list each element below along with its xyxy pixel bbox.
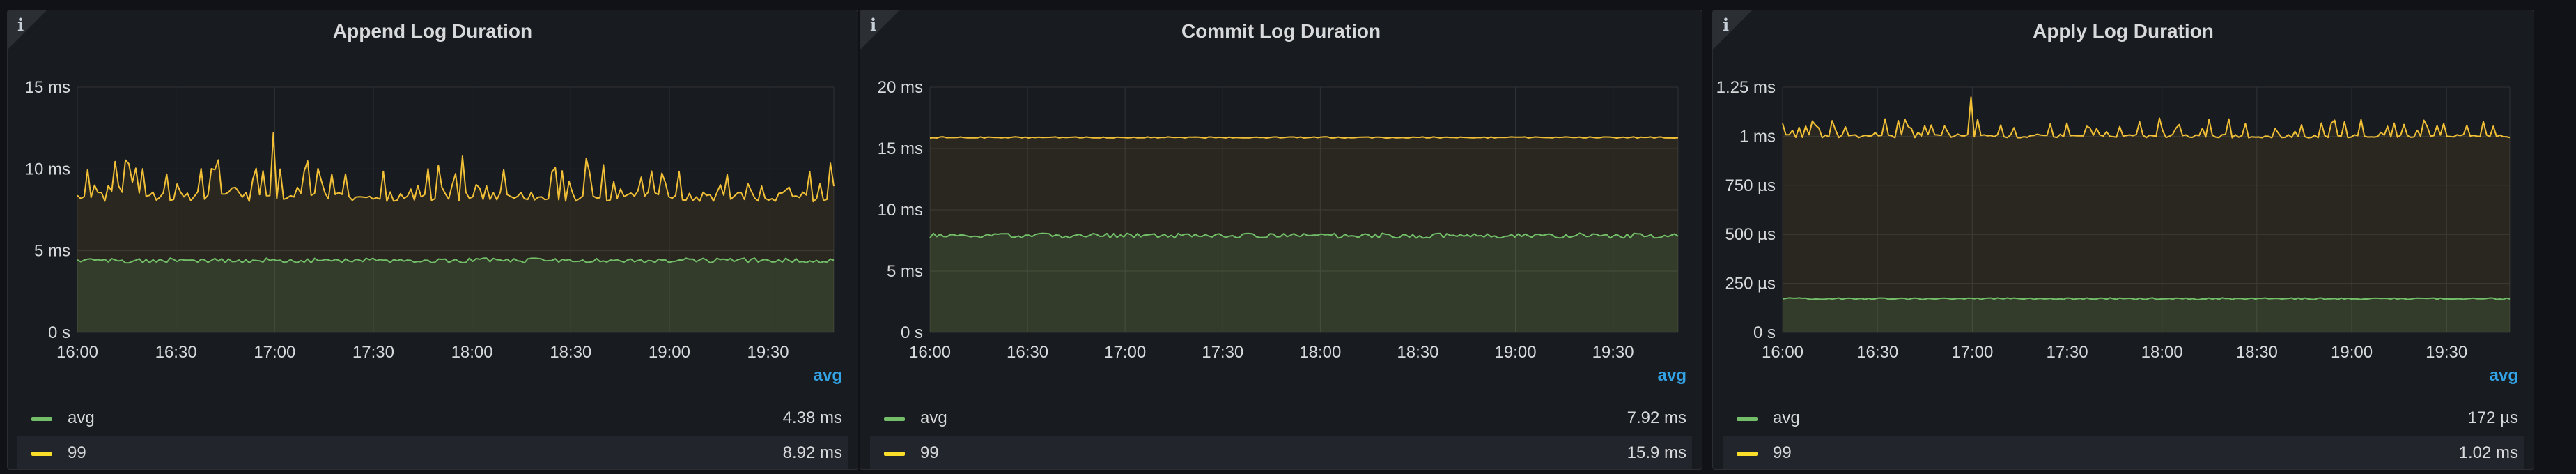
- x-tick-label: 19:00: [2331, 343, 2373, 362]
- legend-series-value: 15.9 ms: [1627, 443, 1686, 462]
- series-color-99: [31, 452, 52, 456]
- y-tick-label: 0 s: [48, 323, 70, 342]
- series-area-avg: [1783, 298, 2510, 332]
- dashboard: i Append Log Duration 0 s5 ms 10 ms 15 ms 1…: [0, 0, 2576, 474]
- x-tick-label: 17:00: [1951, 343, 1993, 362]
- panel-title[interactable]: Apply Log Duration: [1713, 20, 2534, 43]
- panel-title[interactable]: Append Log Duration: [8, 20, 858, 43]
- x-tick-label: 19:00: [649, 343, 690, 362]
- x-tick-label: 19:00: [1494, 343, 1536, 362]
- legend-header-avg[interactable]: avg: [814, 366, 842, 385]
- legend-header-avg[interactable]: avg: [1658, 366, 1686, 385]
- x-tick-label: 16:00: [909, 343, 951, 362]
- x-tick-label: 18:30: [1397, 343, 1438, 362]
- series-area-avg: [930, 233, 1678, 332]
- panel-commit-log-duration[interactable]: i Commit Log Duration 0 s5 ms 10 ms 15 ms 2…: [860, 10, 1702, 470]
- x-tick-label: 19:30: [1592, 343, 1634, 362]
- legend-row-99[interactable]: 99 1.02 ms: [1723, 436, 2524, 469]
- panel-append-log-duration[interactable]: i Append Log Duration 0 s5 ms 10 ms 15 ms 1…: [7, 10, 858, 470]
- panel-apply-log-duration[interactable]: i Apply Log Duration 0 s 250 µs 500 µs 750 …: [1712, 10, 2534, 470]
- legend-series-value: 8.92 ms: [782, 443, 842, 462]
- y-tick-label: 15 ms: [878, 139, 923, 158]
- legend-series-name[interactable]: 99: [920, 436, 939, 469]
- legend-row-99[interactable]: 99 15.9 ms: [870, 436, 1692, 469]
- x-tick-label: 16:00: [1762, 343, 1803, 362]
- legend-row-avg[interactable]: avg 172 µs: [1723, 401, 2524, 436]
- legend-series-name[interactable]: 99: [1773, 436, 1792, 469]
- series-color-avg: [1737, 417, 1758, 421]
- y-tick-label: 10 ms: [25, 160, 70, 178]
- y-tick-label: 10 ms: [878, 201, 923, 220]
- y-tick-label: 750 µs: [1725, 176, 1776, 195]
- x-tick-label: 17:30: [1202, 343, 1243, 362]
- y-tick-label: 0 s: [901, 323, 923, 342]
- x-tick-label: 19:30: [747, 343, 789, 362]
- y-tick-label: 0 s: [1753, 323, 1776, 342]
- legend-row-99[interactable]: 99 8.92 ms: [17, 436, 848, 469]
- y-tick-label: 20 ms: [878, 78, 923, 97]
- legend-series-value: 4.38 ms: [782, 408, 842, 427]
- x-tick-label: 19:30: [2426, 343, 2467, 362]
- y-tick-label: 1.25 ms: [1716, 78, 1776, 97]
- legend-series-name[interactable]: avg: [68, 401, 95, 436]
- line-chart[interactable]: 0 s 5 ms 10 ms 15 ms 16:00 16:30 17:00 17:30 18:…: [8, 59, 858, 366]
- legend-series-value: 7.92 ms: [1627, 408, 1686, 427]
- series-line-99: [1782, 96, 2511, 139]
- legend-series-value: 1.02 ms: [2458, 443, 2518, 462]
- legend-header-avg[interactable]: avg: [2490, 366, 2518, 385]
- legend-row-avg[interactable]: avg 7.92 ms: [870, 401, 1692, 436]
- x-tick-label: 16:30: [155, 343, 197, 362]
- y-tick-label: 250 µs: [1725, 275, 1776, 293]
- y-tick-label: 500 µs: [1725, 225, 1776, 244]
- y-tick-label: 1 ms: [1739, 127, 1776, 146]
- series-color-avg: [31, 417, 52, 421]
- x-tick-label: 18:00: [1299, 343, 1341, 362]
- x-tick-label: 18:00: [2141, 343, 2183, 362]
- line-chart[interactable]: 0 s 5 ms 10 ms 15 ms 20 ms 16:00 16:30 17:00 17:…: [860, 59, 1702, 366]
- x-tick-label: 16:30: [1007, 343, 1048, 362]
- legend-series-name[interactable]: avg: [920, 401, 947, 436]
- y-tick-label: 5 ms: [887, 262, 923, 281]
- series-color-avg: [884, 417, 905, 421]
- legend-series-value: 172 µs: [2467, 408, 2518, 427]
- series-color-99: [1737, 452, 1758, 456]
- x-tick-label: 17:00: [254, 343, 295, 362]
- line-chart[interactable]: 0 s 250 µs 500 µs 750 µs 1 ms 1.25 ms 16:00 16:…: [1713, 59, 2534, 366]
- series-color-99: [884, 452, 905, 456]
- series-area-avg: [77, 258, 834, 332]
- x-tick-label: 18:00: [451, 343, 493, 362]
- legend-row-avg[interactable]: avg 4.38 ms: [17, 401, 848, 436]
- legend-series-name[interactable]: avg: [1773, 401, 1800, 436]
- series-area-99: [1783, 97, 2510, 332]
- x-tick-label: 16:30: [1856, 343, 1898, 362]
- y-tick-label: 15 ms: [25, 78, 70, 97]
- x-tick-label: 17:00: [1104, 343, 1146, 362]
- x-tick-label: 17:30: [352, 343, 394, 362]
- x-tick-label: 18:30: [550, 343, 591, 362]
- x-tick-label: 18:30: [2236, 343, 2278, 362]
- x-tick-label: 16:00: [56, 343, 98, 362]
- legend-series-name[interactable]: 99: [68, 436, 86, 469]
- x-tick-label: 17:30: [2046, 343, 2088, 362]
- panel-title[interactable]: Commit Log Duration: [860, 20, 1702, 43]
- y-tick-label: 5 ms: [34, 242, 70, 261]
